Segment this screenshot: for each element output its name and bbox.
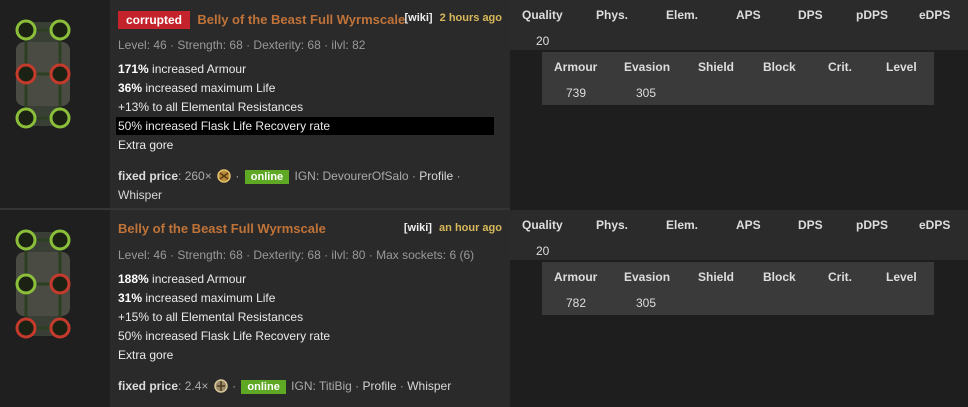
- item-mod: 171% increased Armour: [118, 62, 247, 76]
- stat-header: DPS: [798, 218, 823, 232]
- stat-header: Block: [763, 270, 796, 284]
- stat-header: DPS: [798, 8, 823, 22]
- price-line: fixed price: 260× · online IGN: Devourer…: [118, 169, 461, 184]
- stat-header: Evasion: [624, 270, 671, 284]
- stat-header: eDPS: [919, 218, 951, 232]
- exalted-orb-icon: [213, 379, 228, 393]
- evasion-value: 305: [636, 86, 657, 100]
- listing-age: an hour ago: [439, 222, 502, 234]
- item-requirements: Level: 46 · Strength: 68 · Dexterity: 68…: [118, 248, 475, 262]
- defense-stats-box: Armour Evasion Shield Block Crit. Level …: [542, 262, 934, 315]
- stat-header: APS: [736, 218, 761, 232]
- price-value: : 2.4×: [178, 379, 209, 393]
- wiki-link[interactable]: [wiki]: [404, 12, 432, 24]
- listing-row: Belly of the Beast Full Wyrmscale [wiki]…: [0, 210, 968, 407]
- stat-header: Evasion: [624, 60, 671, 74]
- stat-header: Level: [886, 270, 917, 284]
- stat-header: APS: [736, 8, 761, 22]
- offense-stats-bar: Quality Phys. Elem. APS DPS pDPS eDPS 20: [510, 0, 968, 50]
- profile-link[interactable]: Profile: [363, 379, 397, 393]
- defense-stats-box: Armour Evasion Shield Block Crit. Level …: [542, 52, 934, 105]
- item-info: corrupted Belly of the Beast Full Wyrmsc…: [110, 0, 510, 210]
- whisper-button[interactable]: Whisper: [118, 188, 162, 202]
- corrupted-badge: corrupted: [118, 11, 191, 29]
- item-mod: 36% increased maximum Life: [118, 81, 276, 95]
- armour-item-icon: [15, 229, 71, 339]
- stat-header: Phys.: [596, 218, 629, 232]
- stat-header: Phys.: [596, 8, 629, 22]
- evasion-value: 305: [636, 296, 657, 310]
- item-name[interactable]: Belly of the Beast Full Wyrmscale: [118, 221, 326, 236]
- quality-value: 20: [536, 34, 550, 48]
- wiki-link[interactable]: [wiki]: [404, 222, 432, 234]
- online-status-badge: online: [244, 170, 290, 184]
- price-label: fixed price: [118, 169, 179, 183]
- stat-header: Crit.: [828, 270, 852, 284]
- stat-header: Quality: [522, 218, 563, 232]
- item-mod: Extra gore: [118, 348, 174, 362]
- stat-header: pDPS: [856, 8, 889, 22]
- armour-item-icon: [15, 19, 71, 129]
- item-mod: Extra gore: [118, 138, 174, 152]
- item-requirements: Level: 46 · Strength: 68 · Dexterity: 68…: [118, 38, 366, 52]
- stat-header: Quality: [522, 8, 563, 22]
- quality-value: 20: [536, 244, 550, 258]
- stat-header: eDPS: [919, 8, 951, 22]
- item-mod: 188% increased Armour: [118, 272, 247, 286]
- stat-header: Armour: [554, 270, 598, 284]
- stat-header: Shield: [698, 270, 735, 284]
- stat-header: Elem.: [666, 218, 699, 232]
- stat-header: Level: [886, 60, 917, 74]
- chaos-orb-icon: [217, 169, 231, 183]
- listing-row: corrupted Belly of the Beast Full Wyrmsc…: [0, 0, 968, 210]
- price-label: fixed price: [118, 379, 179, 393]
- item-properties: Quality Phys. Elem. APS DPS pDPS eDPS 20…: [510, 210, 968, 407]
- offense-stats-bar: Quality Phys. Elem. APS DPS pDPS eDPS 20: [510, 210, 968, 260]
- item-name[interactable]: Belly of the Beast Full Wyrmscale: [197, 12, 405, 27]
- armour-value: 739: [566, 86, 587, 100]
- item-mod: +13% to all Elemental Resistances: [118, 100, 304, 114]
- price-line: fixed price: 2.4× · online IGN: TitiBig …: [118, 379, 452, 394]
- price-value: : 260×: [178, 169, 212, 183]
- stat-header: Block: [763, 60, 796, 74]
- item-info: Belly of the Beast Full Wyrmscale [wiki]…: [110, 210, 510, 407]
- armour-value: 782: [566, 296, 587, 310]
- stat-header: Crit.: [828, 60, 852, 74]
- stat-header: pDPS: [856, 218, 889, 232]
- online-status-badge: online: [241, 380, 286, 394]
- listing-age: 2 hours ago: [439, 12, 502, 24]
- item-mod: +15% to all Elemental Resistances: [118, 310, 304, 324]
- item-icon-cell: [0, 0, 110, 210]
- item-mod: 31% increased maximum Life: [118, 291, 276, 305]
- item-mod: 50% increased Flask Life Recovery rate: [118, 329, 331, 343]
- profile-link[interactable]: Profile: [419, 169, 453, 183]
- stat-header: Shield: [698, 60, 735, 74]
- seller-ign: IGN: TitiBig ·: [291, 379, 360, 393]
- item-icon-cell: [0, 210, 110, 407]
- stat-header: Elem.: [666, 8, 699, 22]
- item-mod-highlighted: 50% increased Flask Life Recovery rate: [116, 117, 494, 135]
- whisper-button[interactable]: Whisper: [407, 379, 451, 393]
- seller-ign: IGN: DevourerOfSalo ·: [294, 169, 416, 183]
- stat-header: Armour: [554, 60, 598, 74]
- item-properties: Quality Phys. Elem. APS DPS pDPS eDPS 20…: [510, 0, 968, 210]
